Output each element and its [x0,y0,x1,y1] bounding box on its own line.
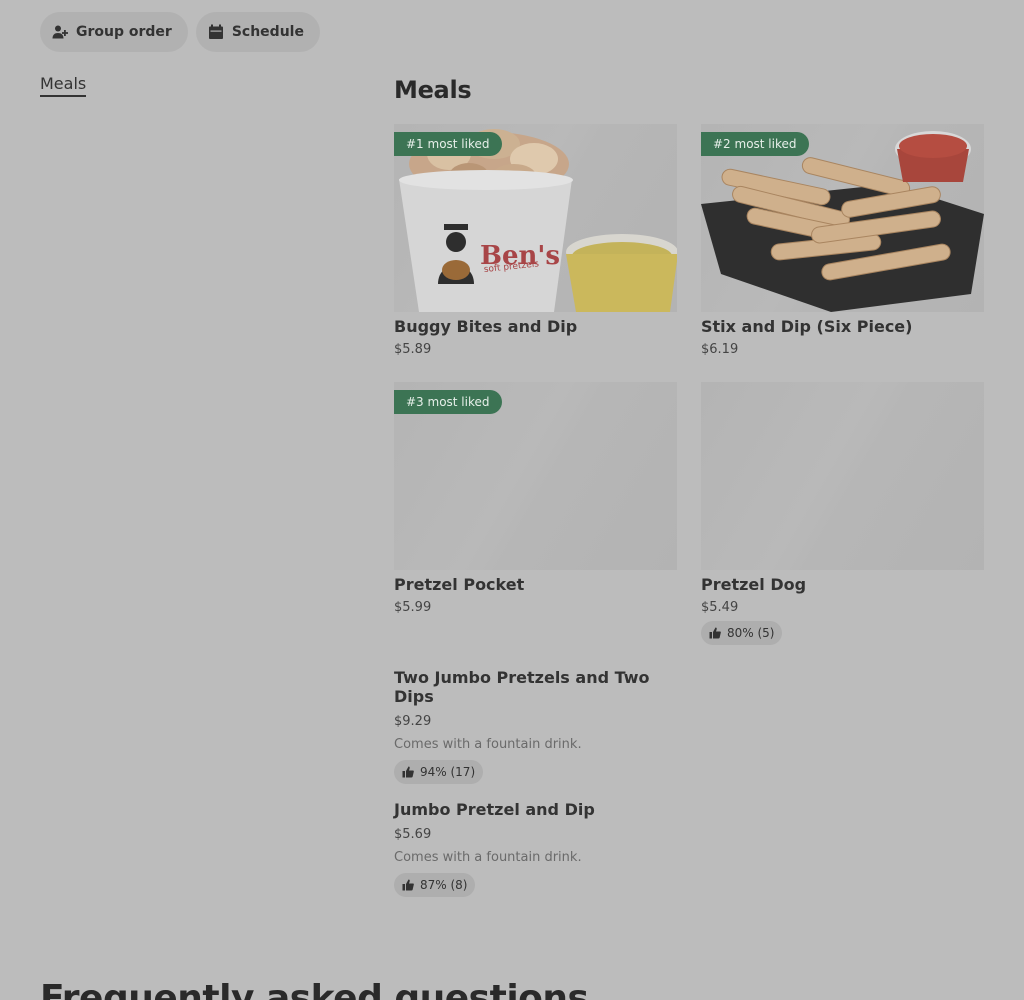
item-name: Two Jumbo Pretzels and Two Dips [394,668,650,706]
menu-list-item[interactable]: Two Jumbo Pretzels and Two Dips $9.29 Co… [394,668,694,784]
item-price: $5.49 [701,600,739,615]
menu-list-item[interactable]: Jumbo Pretzel and Dip $5.69 Comes with a… [394,800,694,897]
most-liked-badge: #2 most liked [701,132,809,156]
menu-item-card[interactable]: #2 most liked Stix and Dip (Six Piece) $… [701,124,984,357]
item-name: Pretzel Dog [701,575,807,594]
item-image: Ben's soft pretzels #1 most liked [394,124,677,312]
calendar-icon [208,24,224,40]
add-person-icon [52,24,68,40]
item-description: Comes with a fountain drink. [394,737,582,752]
category-link-meals[interactable]: Meals [40,74,87,97]
rating-text: 80% (5) [727,626,775,640]
group-order-label: Group order [76,24,172,40]
menu-item-card[interactable]: #3 most liked Pretzel Pocket $5.99 [394,382,677,615]
top-actions: Group order Schedule [40,12,320,52]
rating-badge: 94% (17) [394,760,484,784]
rating-badge: 80% (5) [701,621,783,645]
schedule-label: Schedule [231,24,304,40]
item-name: Pretzel Pocket [394,575,525,594]
section-title: Meals [394,76,472,104]
item-description: Comes with a fountain drink. [394,850,582,865]
item-price: $9.29 [394,714,432,729]
item-price: $5.69 [394,827,432,842]
most-liked-badge: #3 most liked [394,390,502,414]
most-liked-badge: #1 most liked [394,132,502,156]
category-nav: Meals [40,74,87,97]
menu-item-card[interactable]: Pretzel Dog $5.49 80% (5) [701,382,984,645]
schedule-button[interactable]: Schedule [195,12,320,52]
faq-heading: Frequently asked questions [40,978,589,1000]
store-page: Group order Schedule Meals Meals Ben's s… [0,0,1024,1000]
item-image-placeholder [701,382,984,570]
thumbs-up-icon [709,627,721,639]
item-name: Buggy Bites and Dip [394,317,578,336]
group-order-button[interactable]: Group order [40,12,188,52]
item-image-placeholder: #3 most liked [394,382,677,570]
item-name: Stix and Dip (Six Piece) [701,317,913,336]
item-image: #2 most liked [701,124,984,312]
rating-text: 94% (17) [420,765,476,779]
rating-text: 87% (8) [420,878,468,892]
item-name: Jumbo Pretzel and Dip [394,800,595,819]
thumbs-up-icon [402,766,414,778]
item-price: $5.89 [394,342,432,357]
item-price: $6.19 [701,342,739,357]
thumbs-up-icon [402,879,414,891]
item-price: $5.99 [394,600,432,615]
rating-badge: 87% (8) [394,873,476,897]
menu-item-card[interactable]: Ben's soft pretzels #1 most liked Buggy … [394,124,677,357]
